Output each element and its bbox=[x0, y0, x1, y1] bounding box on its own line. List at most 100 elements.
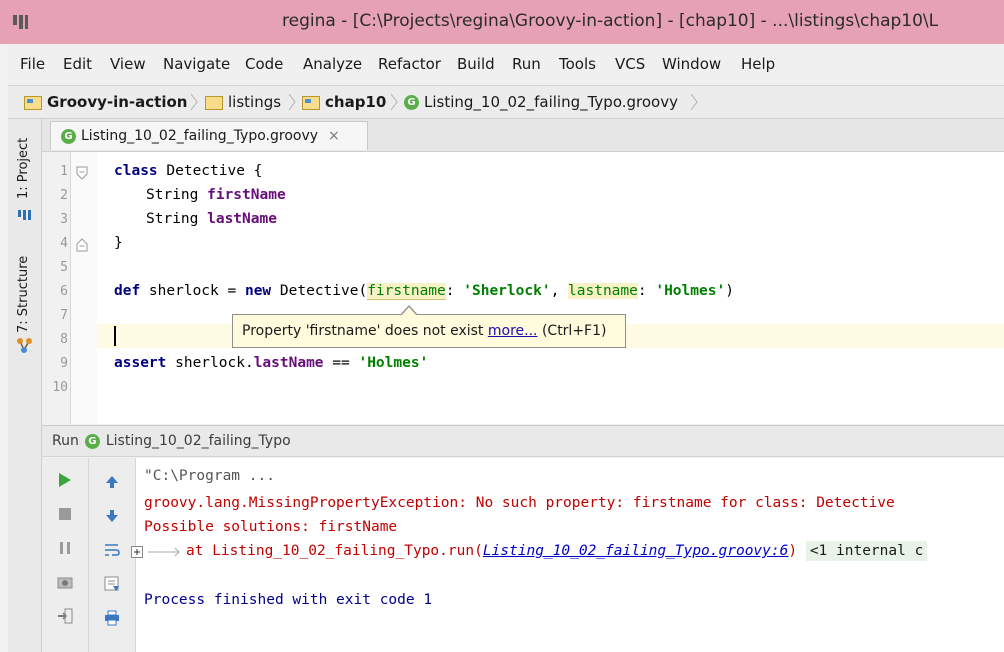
menu-view[interactable]: View bbox=[110, 55, 146, 73]
breadcrumb-chap10-label: chap10 bbox=[325, 93, 387, 111]
run-panel-label: Run bbox=[52, 433, 79, 449]
pause-icon bbox=[60, 542, 70, 554]
breadcrumb-file[interactable]: G Listing_10_02_failing_Typo.groovy bbox=[404, 93, 678, 111]
error-highlight: firstname bbox=[367, 283, 446, 300]
tool-tab-structure[interactable]: 7: Structure bbox=[16, 256, 31, 333]
print-button[interactable] bbox=[102, 608, 122, 628]
window-title: regina - [C:\Projects\regina\Groovy-in-a… bbox=[282, 11, 939, 31]
fold-gutter bbox=[71, 152, 97, 424]
camera-icon bbox=[57, 577, 73, 589]
run-toolbar-secondary bbox=[89, 458, 136, 652]
line-number: 7 bbox=[60, 308, 68, 323]
stacktrace-source-link[interactable]: Listing_10_02_failing_Typo.groovy:6 bbox=[483, 543, 789, 559]
play-icon bbox=[59, 473, 71, 487]
line-number: 8 bbox=[60, 332, 68, 347]
dump-threads-button[interactable] bbox=[55, 572, 75, 592]
groovy-file-icon: G bbox=[404, 94, 419, 110]
breadcrumb-listings-label: listings bbox=[228, 93, 282, 111]
scroll-to-end-icon bbox=[104, 576, 119, 591]
line-number: 2 bbox=[60, 188, 68, 203]
tool-tab-project[interactable]: 1: Project bbox=[16, 138, 31, 199]
scroll-up-button[interactable] bbox=[102, 472, 122, 492]
menu-run[interactable]: Run bbox=[512, 55, 541, 73]
code-line-4: } bbox=[114, 235, 123, 251]
fold-collapse-icon[interactable] bbox=[76, 166, 88, 180]
fold-end-icon[interactable] bbox=[76, 238, 88, 252]
code-line-3: String lastName bbox=[146, 211, 277, 227]
menu-navigate[interactable]: Navigate bbox=[163, 55, 230, 73]
arrow-down-icon bbox=[106, 510, 118, 522]
scroll-down-button[interactable] bbox=[102, 506, 122, 526]
menu-help[interactable]: Help bbox=[741, 55, 775, 73]
editor-tab-label: Listing_10_02_failing_Typo.groovy bbox=[81, 128, 319, 144]
rerun-button[interactable] bbox=[55, 470, 75, 490]
line-number: 5 bbox=[60, 260, 68, 275]
soft-wrap-icon bbox=[105, 544, 120, 556]
chevron-right-icon bbox=[390, 93, 398, 111]
exit-button[interactable] bbox=[55, 606, 75, 626]
code-line-9: assert sherlock.lastName == 'Holmes' bbox=[114, 355, 429, 371]
folder-icon bbox=[205, 96, 223, 110]
expand-icon[interactable] bbox=[131, 546, 143, 558]
run-toolbar-primary bbox=[42, 458, 89, 652]
print-icon bbox=[105, 610, 119, 626]
line-number-gutter: 1 2 3 4 5 6 7 8 9 10 bbox=[42, 152, 71, 424]
internal-calls-badge[interactable]: <1 internal c bbox=[805, 541, 928, 561]
menu-code[interactable]: Code bbox=[245, 55, 283, 73]
arrow-up-icon bbox=[106, 476, 118, 488]
chevron-right-icon bbox=[190, 93, 198, 111]
console-error-line: groovy.lang.MissingPropertyException: No… bbox=[144, 495, 895, 511]
groovy-run-config-icon: G bbox=[84, 433, 100, 449]
line-number: 6 bbox=[60, 284, 68, 299]
module-folder-icon bbox=[24, 96, 42, 110]
menu-refactor[interactable]: Refactor bbox=[378, 55, 441, 73]
code-line-1: class Detective { bbox=[114, 163, 263, 179]
breadcrumb-listings[interactable]: listings bbox=[205, 93, 281, 111]
window-titlebar[interactable]: regina - [C:\Projects\regina\Groovy-in-a… bbox=[0, 0, 1004, 44]
menu-edit[interactable]: Edit bbox=[63, 55, 92, 73]
left-tool-strip: 1: Project 7: Structure bbox=[8, 119, 42, 652]
run-config-name: Listing_10_02_failing_Typo bbox=[105, 433, 291, 449]
line-number: 3 bbox=[60, 212, 68, 227]
console-solutions-line: Possible solutions: firstName bbox=[144, 519, 398, 535]
line-number: 10 bbox=[52, 380, 68, 395]
code-line-6: def sherlock = new Detective(firstname: … bbox=[114, 283, 734, 300]
tooltip-message: Property 'firstname' does not exist bbox=[242, 323, 488, 339]
menu-analyze[interactable]: Analyze bbox=[303, 55, 362, 73]
tooltip-more-link[interactable]: more... bbox=[488, 323, 538, 339]
line-number: 1 bbox=[60, 164, 68, 179]
console-stacktrace-line: at Listing_10_02_failing_Typo.run(Listin… bbox=[186, 541, 928, 561]
intellij-app-icon[interactable] bbox=[10, 12, 32, 32]
structure-icon bbox=[17, 338, 32, 353]
breadcrumb-project-label: Groovy-in-action bbox=[47, 93, 188, 111]
menu-file[interactable]: File bbox=[20, 55, 45, 73]
menu-tools[interactable]: Tools bbox=[559, 55, 596, 73]
run-console[interactable]: "C:\Program ... groovy.lang.MissingPrope… bbox=[131, 458, 1004, 652]
breadcrumb-project[interactable]: Groovy-in-action bbox=[24, 93, 187, 111]
editor-tab-active[interactable]: G Listing_10_02_failing_Typo.groovy × bbox=[50, 121, 368, 150]
breadcrumb-chap10[interactable]: chap10 bbox=[302, 93, 386, 111]
breadcrumb: Groovy-in-action listings chap10 G Listi… bbox=[8, 86, 1004, 119]
module-folder-icon bbox=[302, 96, 320, 110]
code-line-2: String firstName bbox=[146, 187, 286, 203]
pause-button[interactable] bbox=[55, 538, 75, 558]
menu-vcs[interactable]: VCS bbox=[615, 55, 645, 73]
menu-window[interactable]: Window bbox=[662, 55, 721, 73]
stop-icon bbox=[59, 508, 71, 520]
close-icon[interactable]: × bbox=[328, 128, 340, 144]
menu-build[interactable]: Build bbox=[457, 55, 495, 73]
line-number: 4 bbox=[60, 236, 68, 251]
soft-wrap-button[interactable] bbox=[102, 540, 122, 560]
groovy-file-icon: G bbox=[61, 128, 76, 144]
tab-arrow-icon bbox=[148, 547, 180, 557]
tooltip-shortcut: (Ctrl+F1) bbox=[537, 323, 607, 339]
scroll-to-end-button[interactable] bbox=[102, 574, 122, 594]
line-number: 9 bbox=[60, 356, 68, 371]
chevron-right-icon bbox=[690, 93, 698, 111]
tooltip-pointer-fill bbox=[401, 307, 417, 316]
exit-icon bbox=[58, 608, 73, 624]
chevron-right-icon bbox=[288, 93, 296, 111]
stop-button[interactable] bbox=[55, 504, 75, 524]
console-finished-line: Process finished with exit code 1 bbox=[144, 592, 433, 608]
run-panel-header[interactable]: Run G Listing_10_02_failing_Typo bbox=[42, 425, 1004, 457]
